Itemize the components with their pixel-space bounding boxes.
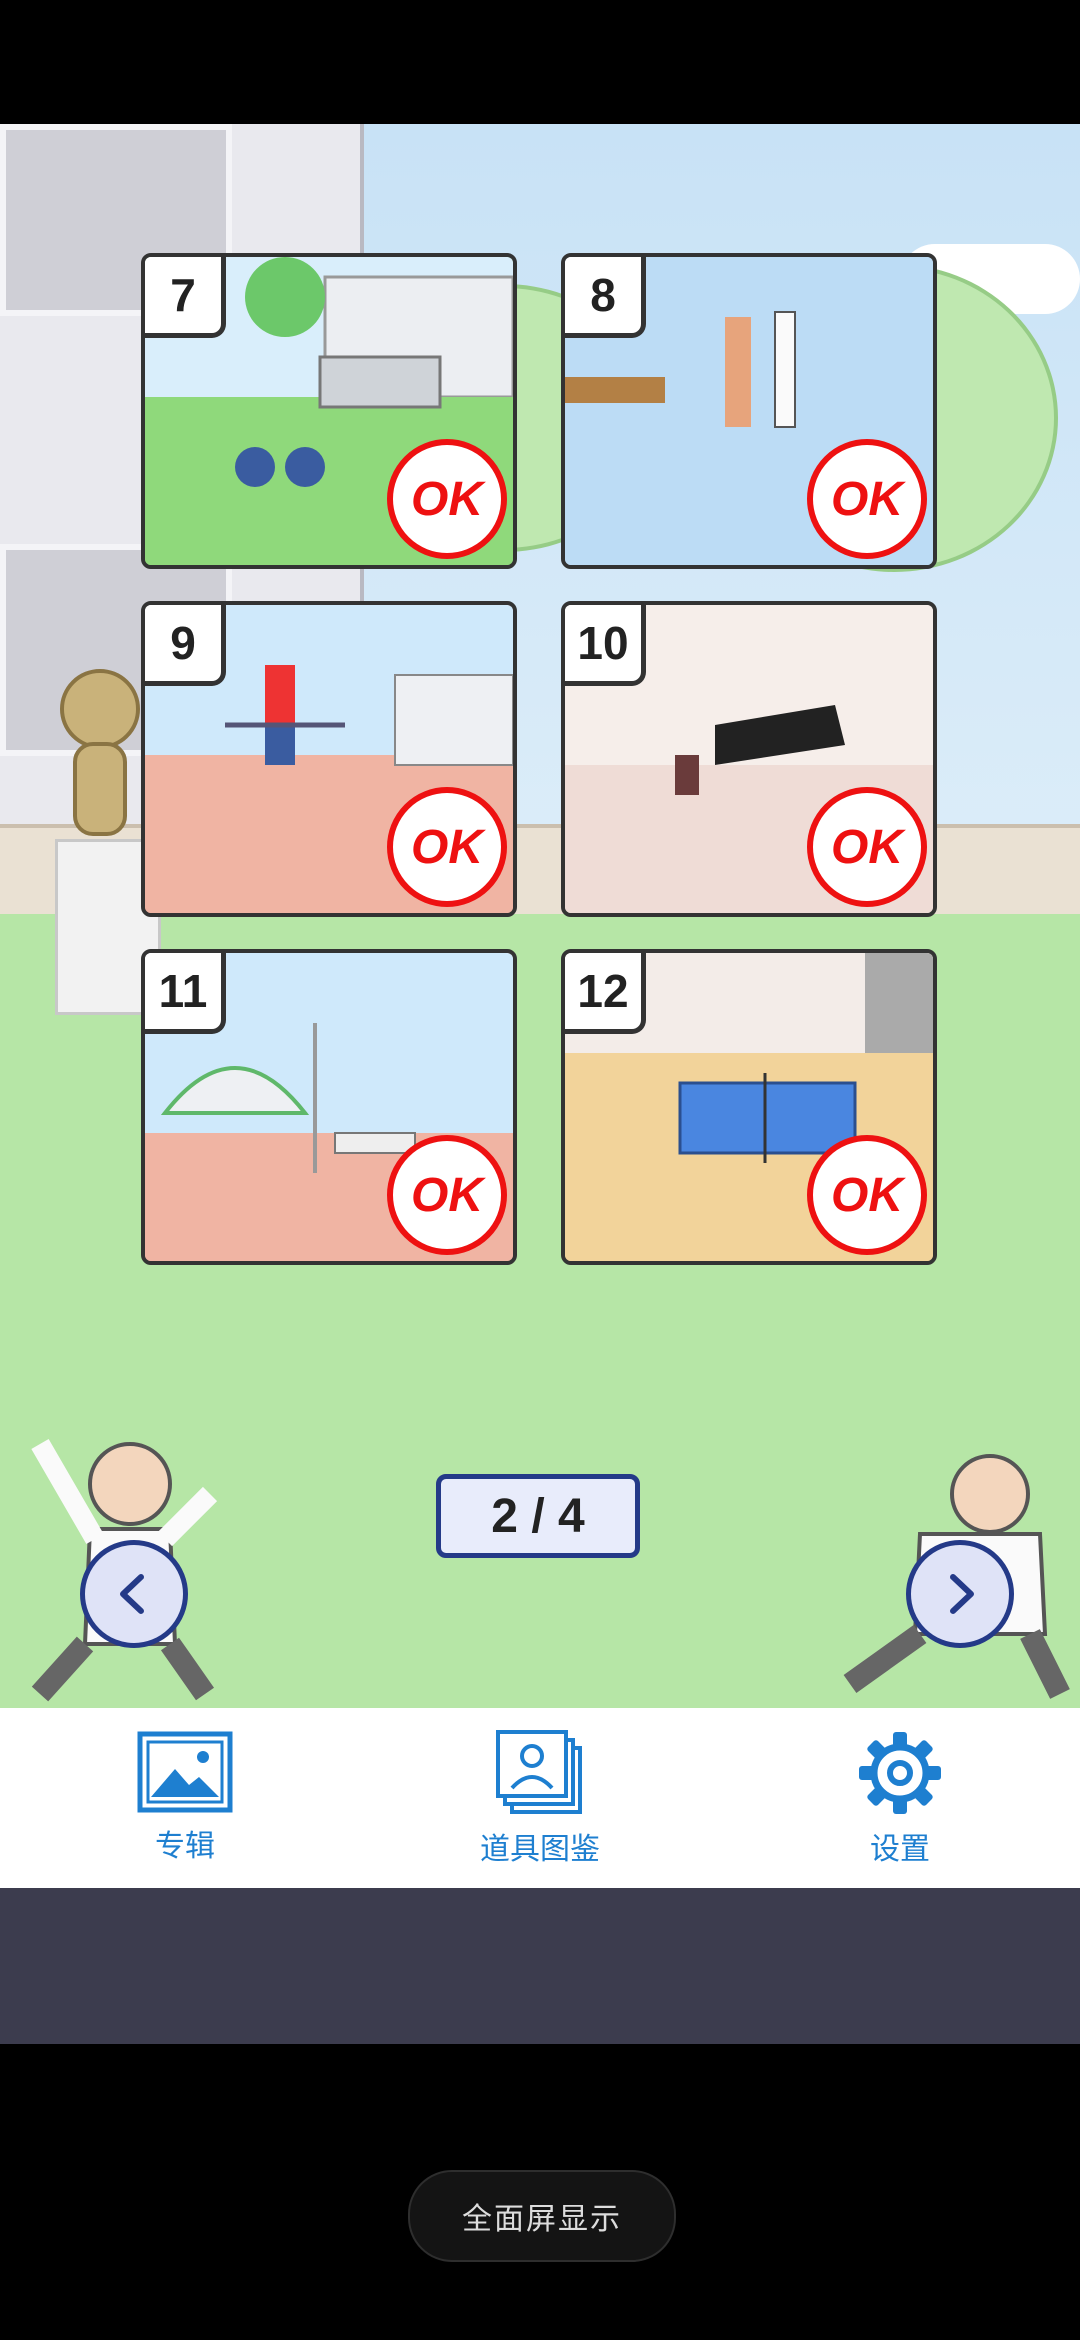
ok-stamp: OK <box>387 1135 507 1255</box>
tab-label: 道具图鉴 <box>480 1832 600 1867</box>
level-card-8[interactable]: 8 OK <box>561 253 937 569</box>
status-bar <box>0 0 1080 124</box>
gear-icon <box>859 1732 941 1814</box>
next-page-button[interactable] <box>906 1540 1014 1648</box>
tab-item-gallery[interactable]: 道具图鉴 <box>455 1708 625 1888</box>
ok-stamp: OK <box>387 439 507 559</box>
level-number: 11 <box>145 953 226 1034</box>
level-card-7[interactable]: 7 OK <box>141 253 517 569</box>
page-indicator: 2 / 4 <box>436 1474 640 1558</box>
level-card-11[interactable]: 11 OK <box>141 949 517 1265</box>
ok-stamp: OK <box>807 439 927 559</box>
level-card-12[interactable]: 12 OK <box>561 949 937 1265</box>
ok-stamp: OK <box>387 787 507 907</box>
level-number: 10 <box>565 605 646 686</box>
chevron-right-icon <box>950 1574 974 1614</box>
level-card-10[interactable]: 10 OK <box>561 601 937 917</box>
level-number: 9 <box>145 605 226 686</box>
tab-album[interactable]: 专辑 <box>100 1708 270 1888</box>
tab-label: 专辑 <box>155 1829 215 1864</box>
ok-stamp: OK <box>807 787 927 907</box>
ad-banner-area <box>0 1888 1080 2044</box>
chevron-left-icon <box>120 1574 144 1614</box>
fullscreen-display-button[interactable]: 全面屏显示 <box>408 2170 676 2262</box>
level-number: 7 <box>145 257 226 338</box>
level-card-9[interactable]: 9 OK <box>141 601 517 917</box>
gallery-stack-icon <box>496 1730 582 1814</box>
level-number: 8 <box>565 257 646 338</box>
ok-stamp: OK <box>807 1135 927 1255</box>
prev-page-button[interactable] <box>80 1540 188 1648</box>
tab-label: 设置 <box>870 1832 930 1867</box>
bottom-tab-bar: 专辑 道具图鉴 设置 <box>0 1708 1080 1888</box>
picture-icon <box>137 1731 233 1813</box>
tab-settings[interactable]: 设置 <box>815 1708 985 1888</box>
level-number: 12 <box>565 953 646 1034</box>
